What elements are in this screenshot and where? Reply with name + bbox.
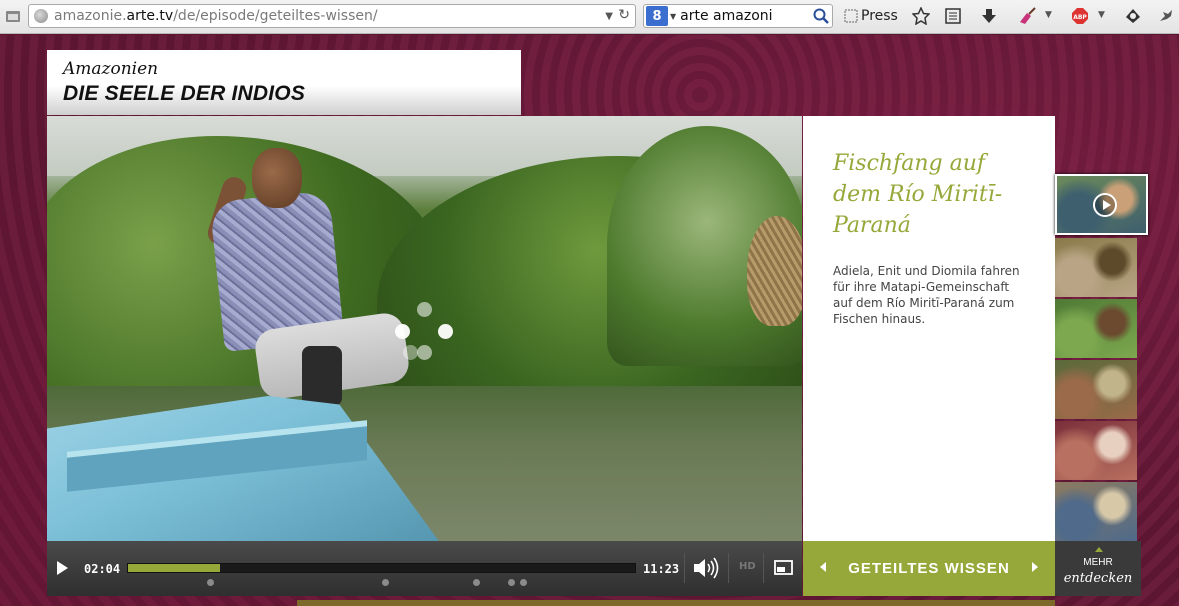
thumbnail-image (1055, 482, 1137, 541)
chapter-marker[interactable] (382, 579, 390, 586)
episode-nav: GETEILTES WISSEN (803, 541, 1055, 596)
thumbnail-image (1055, 360, 1137, 419)
episode-nav-label[interactable]: GETEILTES WISSEN (848, 560, 1010, 577)
thumbnail-6[interactable] (1055, 482, 1137, 541)
chapter-marker[interactable] (472, 579, 480, 586)
episode-heading: Fischfang auf dem Río Miritī-Paraná (833, 151, 1003, 238)
thumbnail-image (1055, 299, 1137, 358)
next-episode-icon[interactable] (1032, 562, 1038, 572)
page-background: Amazonien DIE SEELE DER INDIOS Fischfang… (0, 35, 1179, 606)
title-box: Amazonien DIE SEELE DER INDIOS (47, 50, 521, 115)
search-icon[interactable] (810, 6, 832, 26)
divider (763, 553, 764, 583)
divider (728, 553, 729, 583)
thumbnail-5[interactable] (1055, 421, 1137, 480)
thumbnail-3[interactable] (1055, 299, 1137, 358)
thumbnail-4[interactable] (1055, 360, 1137, 419)
reader-list-icon[interactable] (942, 5, 964, 27)
video-person-head (252, 148, 302, 208)
search-bar[interactable]: 8 ▼ arte amazoni (643, 4, 833, 28)
chevron-up-icon (1095, 547, 1103, 552)
browser-toolbar: amazonie.arte.tv/de/episode/geteiltes-wi… (0, 0, 1179, 34)
url-text[interactable]: amazonie.arte.tv/de/episode/geteiltes-wi… (54, 8, 378, 24)
search-input[interactable]: arte amazoni (680, 8, 810, 24)
press-label[interactable]: Press (861, 8, 898, 24)
video-controls: 02:04 11:23 HD (47, 541, 802, 596)
broom-icon[interactable] (1015, 5, 1039, 27)
reload-icon[interactable]: ↻ (618, 7, 630, 23)
video-person-boot (302, 346, 342, 406)
content-strip (297, 600, 1055, 606)
url-dropdown-icon[interactable]: ▼ (605, 11, 613, 22)
series-title: DIE SEELE DER INDIOS (63, 82, 306, 105)
video-basket (747, 216, 802, 326)
progress-bar[interactable] (127, 563, 636, 573)
play-icon (1093, 193, 1117, 217)
discover-label: entdecken (1063, 571, 1133, 586)
volume-icon[interactable] (692, 556, 720, 580)
episode-description: Adiela, Enit und Diomila fahren für ihre… (833, 264, 1020, 326)
press-icon[interactable] (843, 5, 859, 27)
more-button[interactable]: MEHR entdecken (1055, 541, 1141, 596)
adblock-icon[interactable]: ABP (1070, 5, 1090, 27)
play-button[interactable] (55, 559, 71, 577)
extension-icon[interactable] (1122, 5, 1144, 27)
search-engine-icon[interactable]: 8 (646, 6, 668, 26)
progress-fill (128, 564, 221, 572)
loading-spinner-icon (395, 302, 455, 362)
hd-toggle[interactable]: HD (739, 561, 756, 572)
video-player[interactable] (47, 116, 802, 541)
globe-icon (34, 9, 48, 23)
adblock-dropdown-icon[interactable]: ▼ (1098, 10, 1105, 20)
series-subtitle: Amazonien (63, 59, 159, 79)
url-bar[interactable]: amazonie.arte.tv/de/episode/geteiltes-wi… (28, 4, 636, 28)
chapter-marker[interactable] (206, 579, 214, 586)
thumbnail-1[interactable] (1055, 174, 1148, 235)
thumbnail-image (1055, 238, 1137, 297)
download-icon[interactable] (978, 5, 1000, 27)
thumbnail-image (1055, 421, 1137, 480)
current-time: 02:04 (84, 562, 121, 576)
episode-info-panel: Fischfang auf dem Río Miritī-Paraná Adie… (803, 116, 1055, 541)
previous-episode-icon[interactable] (820, 562, 826, 572)
search-engine-dropdown-icon[interactable]: ▼ (670, 12, 676, 21)
bookmark-star-icon[interactable] (910, 5, 932, 27)
more-label: MEHR (1083, 557, 1113, 568)
thumbnail-2[interactable] (1055, 238, 1137, 297)
chapter-marker[interactable] (508, 579, 516, 586)
divider (684, 553, 685, 583)
duration: 11:23 (643, 562, 680, 576)
svg-text:ABP: ABP (1073, 14, 1087, 21)
screen-mode-icon[interactable] (773, 558, 795, 578)
tab-list-icon[interactable] (5, 5, 21, 27)
broom-dropdown-icon[interactable]: ▼ (1045, 10, 1052, 20)
addon-icon[interactable] (1156, 5, 1176, 27)
chapter-marker[interactable] (520, 579, 527, 586)
